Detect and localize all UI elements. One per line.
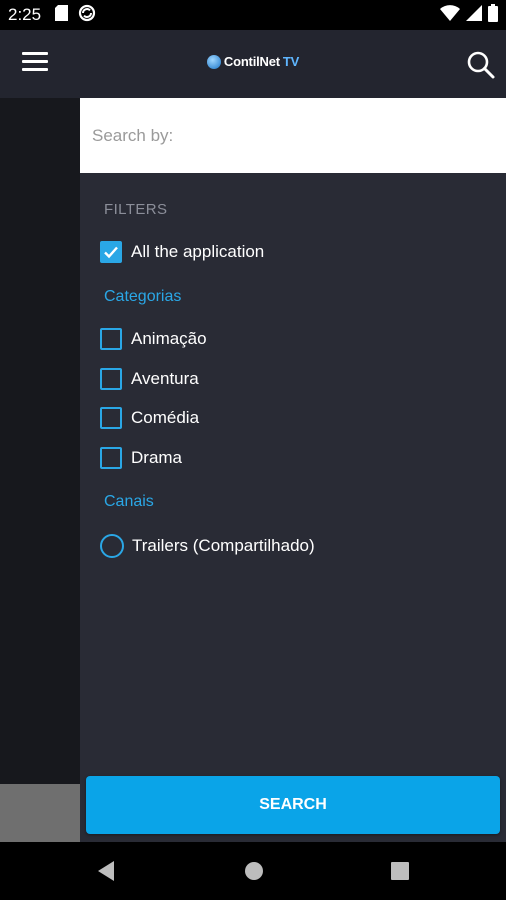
radio-icon[interactable]: [100, 534, 124, 558]
logo-suffix: TV: [282, 54, 300, 69]
channel-trailers[interactable]: Trailers (Compartilhado): [100, 534, 315, 558]
checkbox-checked-icon[interactable]: [100, 241, 122, 263]
checkbox-icon[interactable]: [100, 447, 122, 469]
category-label: Animação: [131, 329, 207, 348]
all-application-checkbox[interactable]: All the application: [100, 241, 264, 263]
navigation-bar: [0, 842, 506, 900]
back-icon[interactable]: [96, 860, 116, 887]
globe-icon: [206, 54, 221, 69]
search-button[interactable]: SEARCH: [86, 776, 500, 834]
search-input[interactable]: [80, 98, 506, 173]
category-label: Comédia: [131, 408, 200, 427]
category-drama[interactable]: Drama: [100, 447, 182, 469]
app-bar: ContilNet TV: [0, 30, 506, 98]
wifi-icon: [440, 4, 460, 26]
search-panel: FILTERS All the application Categorias A…: [80, 98, 506, 842]
filters-title: FILTERS: [104, 201, 168, 218]
category-animacao[interactable]: Animação: [100, 328, 207, 350]
home-icon[interactable]: [244, 860, 264, 887]
channel-label: Trailers (Compartilhado): [132, 536, 315, 555]
sync-icon: [78, 4, 96, 27]
background-content: [0, 98, 80, 842]
category-aventura[interactable]: Aventura: [100, 368, 199, 390]
canais-title: Canais: [104, 493, 154, 510]
checkbox-icon[interactable]: [100, 328, 122, 350]
search-icon[interactable]: [466, 50, 496, 80]
battery-icon: [488, 3, 498, 27]
all-application-label: All the application: [131, 242, 265, 261]
signal-icon: [466, 4, 482, 26]
status-time: 2:25: [8, 5, 42, 24]
category-label: Drama: [131, 448, 183, 467]
category-comedia[interactable]: Comédia: [100, 407, 199, 429]
background-strip: [0, 784, 80, 842]
category-label: Aventura: [131, 369, 199, 388]
app-logo: ContilNet TV: [0, 54, 506, 69]
categorias-title: Categorias: [104, 288, 182, 305]
checkbox-icon[interactable]: [100, 407, 122, 429]
recents-icon[interactable]: [390, 860, 410, 887]
sd-card-icon: [55, 4, 69, 26]
logo-text: ContilNet: [223, 54, 280, 69]
checkbox-icon[interactable]: [100, 368, 122, 390]
status-bar: 2:25: [0, 0, 506, 30]
